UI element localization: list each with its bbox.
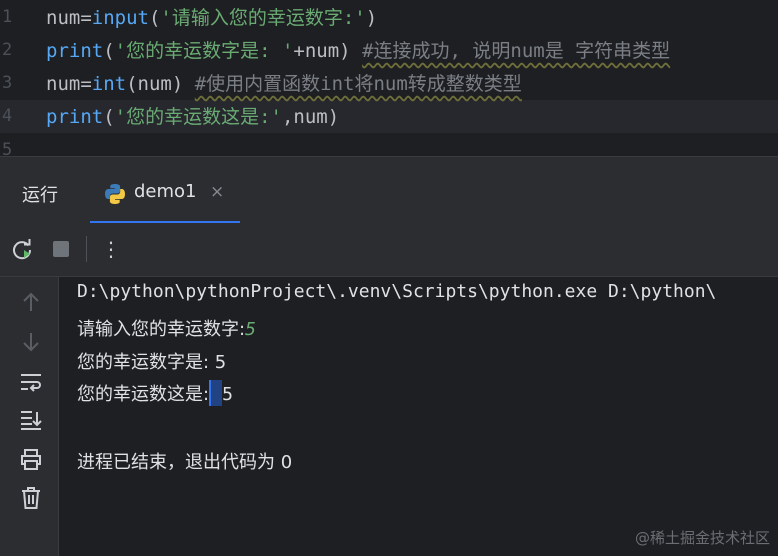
prompt-text: 请输入您的幸运数字: xyxy=(77,319,246,340)
output-prefix: 您的幸运数这是: xyxy=(77,384,210,405)
code-token: #使用内置函数int将num转成整数类型 xyxy=(194,73,522,95)
run-header: 运行 demo1 × xyxy=(0,156,778,223)
console-side-toolbar xyxy=(0,277,59,556)
editor-line-5 xyxy=(0,133,778,156)
code-token: +num) xyxy=(293,40,363,62)
soft-wrap-icon[interactable] xyxy=(18,369,44,395)
more-options-icon[interactable]: ⋮ xyxy=(98,236,124,262)
print-icon[interactable] xyxy=(18,446,44,472)
code-token: ) xyxy=(365,7,378,29)
watermark: @稀土掘金技术社区 xyxy=(634,529,770,547)
line-number: 1 xyxy=(2,7,13,27)
python-icon xyxy=(104,183,126,205)
code-token: '请输入您的幸运数字:' xyxy=(160,7,366,29)
code-token: '您的幸运数这是:' xyxy=(114,106,282,128)
run-tool-window: 运行 demo1 × ⋮ D:\python\pythonProject\.ve… xyxy=(0,156,778,556)
code-line[interactable]: print('您的幸运数这是:',num) xyxy=(46,102,339,129)
arrow-down-icon[interactable] xyxy=(18,329,44,355)
scroll-to-end-icon[interactable] xyxy=(18,407,44,433)
code-token: (num) xyxy=(126,73,195,95)
code-token: ( xyxy=(103,106,115,128)
code-token: int xyxy=(91,73,127,95)
stop-icon[interactable] xyxy=(48,236,74,262)
line-number: 3 xyxy=(2,73,13,93)
close-icon[interactable]: × xyxy=(210,182,224,202)
trash-icon[interactable] xyxy=(18,485,44,511)
line-number: 5 xyxy=(2,140,13,156)
code-line[interactable]: print('您的幸运数字是: '+num) #连接成功, 说明num是 字符串… xyxy=(46,36,670,63)
code-token: input xyxy=(91,7,149,29)
run-toolbar: ⋮ xyxy=(0,222,778,277)
console-output-line-2: 您的幸运数这是: 5 xyxy=(77,380,233,406)
console-output[interactable]: D:\python\pythonProject\.venv\Scripts\py… xyxy=(59,277,778,556)
code-token: num= xyxy=(46,73,92,95)
code-token: print xyxy=(46,40,104,62)
tab-demo1[interactable]: demo1 × xyxy=(90,169,240,223)
console-output-line-1: 您的幸运数字是: 5 xyxy=(77,352,227,373)
code-token: #连接成功, 说明num是 字符串类型 xyxy=(362,40,671,62)
run-title: 运行 xyxy=(22,185,58,206)
code-token: ( xyxy=(103,40,115,62)
line-number: 2 xyxy=(2,40,13,60)
code-line[interactable]: num=int(num) #使用内置函数int将num转成整数类型 xyxy=(46,69,522,96)
code-token: ,num) xyxy=(281,106,340,128)
code-token: '您的幸运数字是: ' xyxy=(114,40,294,62)
arrow-up-icon[interactable] xyxy=(18,289,44,315)
code-token: num= xyxy=(46,7,92,29)
rerun-icon[interactable] xyxy=(9,236,35,262)
tab-label: demo1 xyxy=(134,181,197,202)
text-cursor xyxy=(209,380,223,406)
console-prompt-line: 请输入您的幸运数字:5 xyxy=(77,315,256,341)
line-number: 4 xyxy=(2,106,13,126)
console-command-line: D:\python\pythonProject\.venv\Scripts\py… xyxy=(77,281,717,302)
console-exit-line: 进程已结束，退出代码为 0 xyxy=(77,452,293,473)
output-value: 5 xyxy=(222,384,233,405)
toolbar-separator xyxy=(86,236,87,262)
code-line[interactable]: num=input('请输入您的幸运数字:') xyxy=(46,3,377,30)
code-editor[interactable]: 1 num=input('请输入您的幸运数字:') 2 print('您的幸运数字是:… xyxy=(0,0,778,156)
user-input-value: 5 xyxy=(245,319,256,340)
code-token: print xyxy=(46,106,104,128)
code-token: ( xyxy=(148,7,161,29)
